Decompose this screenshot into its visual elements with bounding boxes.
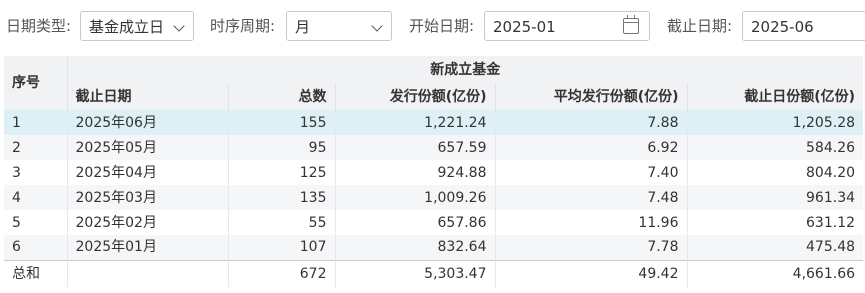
group-header: 新成立基金 [67, 56, 864, 84]
cell-avg: 7.48 [495, 185, 688, 210]
chevron-down-icon [371, 20, 383, 32]
col-header-avg[interactable]: 平均发行份额(亿份) [495, 84, 688, 110]
period-label: 时序周期: [210, 17, 276, 35]
cell-end: 804.20 [687, 160, 864, 185]
table-row[interactable]: 4 2025年03月 135 1,009.26 7.48 961.34 [4, 185, 864, 210]
date-type-value: 基金成立日 [89, 18, 165, 36]
cell-seq: 5 [4, 210, 68, 235]
col-header-date[interactable]: 截止日期 [67, 84, 229, 110]
col-header-end[interactable]: 截止日份额(亿份) [687, 84, 864, 110]
cell-total: 107 [228, 235, 336, 260]
table-row[interactable]: 3 2025年04月 125 924.88 7.40 804.20 [4, 160, 864, 185]
cell-end: 631.12 [687, 210, 864, 235]
total-row: 总和 672 5,303.47 49.42 4,661.66 [4, 259, 864, 287]
cell-seq: 2 [4, 135, 68, 160]
total-issue: 5,303.47 [335, 259, 496, 287]
total-count: 672 [228, 259, 336, 287]
end-date-value: 2025-06 [751, 18, 814, 36]
cell-issue: 1,009.26 [335, 185, 496, 210]
table-row[interactable]: 6 2025年01月 107 832.64 7.78 475.48 [4, 235, 864, 260]
total-label: 总和 [4, 259, 68, 287]
cell-date: 2025年01月 [67, 235, 229, 260]
cell-end: 584.26 [687, 135, 864, 160]
table-row[interactable]: 1 2025年06月 155 1,221.24 7.88 1,205.28 [4, 110, 864, 135]
start-date-label: 开始日期: [409, 17, 475, 35]
total-date-empty [67, 259, 229, 287]
period-value: 月 [295, 18, 311, 36]
cell-issue: 657.59 [335, 135, 496, 160]
cell-date: 2025年05月 [67, 135, 229, 160]
cell-issue: 657.86 [335, 210, 496, 235]
cell-avg: 11.96 [495, 210, 688, 235]
cell-issue: 924.88 [335, 160, 496, 185]
cell-date: 2025年04月 [67, 160, 229, 185]
date-type-label: 日期类型: [6, 17, 72, 35]
chevron-down-icon [173, 20, 185, 32]
cell-total: 55 [228, 210, 336, 235]
period-select[interactable]: 月 [286, 11, 392, 41]
col-header-issue[interactable]: 发行份额(亿份) [335, 84, 496, 110]
cell-end: 961.34 [687, 185, 864, 210]
cell-end: 1,205.28 [687, 110, 864, 135]
col-header-seq[interactable]: 序号 [4, 56, 68, 110]
filter-bar: 日期类型: 基金成立日 时序周期: 月 开始日期: 2025-01 截止日期: … [0, 0, 865, 52]
cell-seq: 3 [4, 160, 68, 185]
end-date-label: 截止日期: [667, 17, 733, 35]
cell-end: 475.48 [687, 235, 864, 260]
cell-total: 125 [228, 160, 336, 185]
cell-avg: 6.92 [495, 135, 688, 160]
cell-issue: 1,221.24 [335, 110, 496, 135]
cell-total: 155 [228, 110, 336, 135]
table-row[interactable]: 5 2025年02月 55 657.86 11.96 631.12 [4, 210, 864, 235]
cell-total: 95 [228, 135, 336, 160]
date-type-select[interactable]: 基金成立日 [80, 11, 194, 41]
cell-avg: 7.78 [495, 235, 688, 260]
cell-date: 2025年03月 [67, 185, 229, 210]
cell-date: 2025年02月 [67, 210, 229, 235]
cell-seq: 6 [4, 235, 68, 260]
cell-date: 2025年06月 [67, 110, 229, 135]
cell-seq: 4 [4, 185, 68, 210]
start-date-input[interactable]: 2025-01 [484, 11, 650, 41]
total-end: 4,661.66 [687, 259, 864, 287]
table-row[interactable]: 2 2025年05月 95 657.59 6.92 584.26 [4, 135, 864, 160]
cell-issue: 832.64 [335, 235, 496, 260]
fund-table: 序号 新成立基金 截止日期 总数 发行份额(亿份) 平均发行份额(亿份) 截止日… [4, 56, 864, 287]
cell-total: 135 [228, 185, 336, 210]
total-avg: 49.42 [495, 259, 688, 287]
start-date-value: 2025-01 [493, 18, 556, 36]
end-date-input[interactable]: 2025-06 [742, 11, 865, 41]
cell-avg: 7.40 [495, 160, 688, 185]
col-header-total[interactable]: 总数 [228, 84, 336, 110]
calendar-icon[interactable] [623, 15, 639, 34]
cell-avg: 7.88 [495, 110, 688, 135]
cell-seq: 1 [4, 110, 68, 135]
